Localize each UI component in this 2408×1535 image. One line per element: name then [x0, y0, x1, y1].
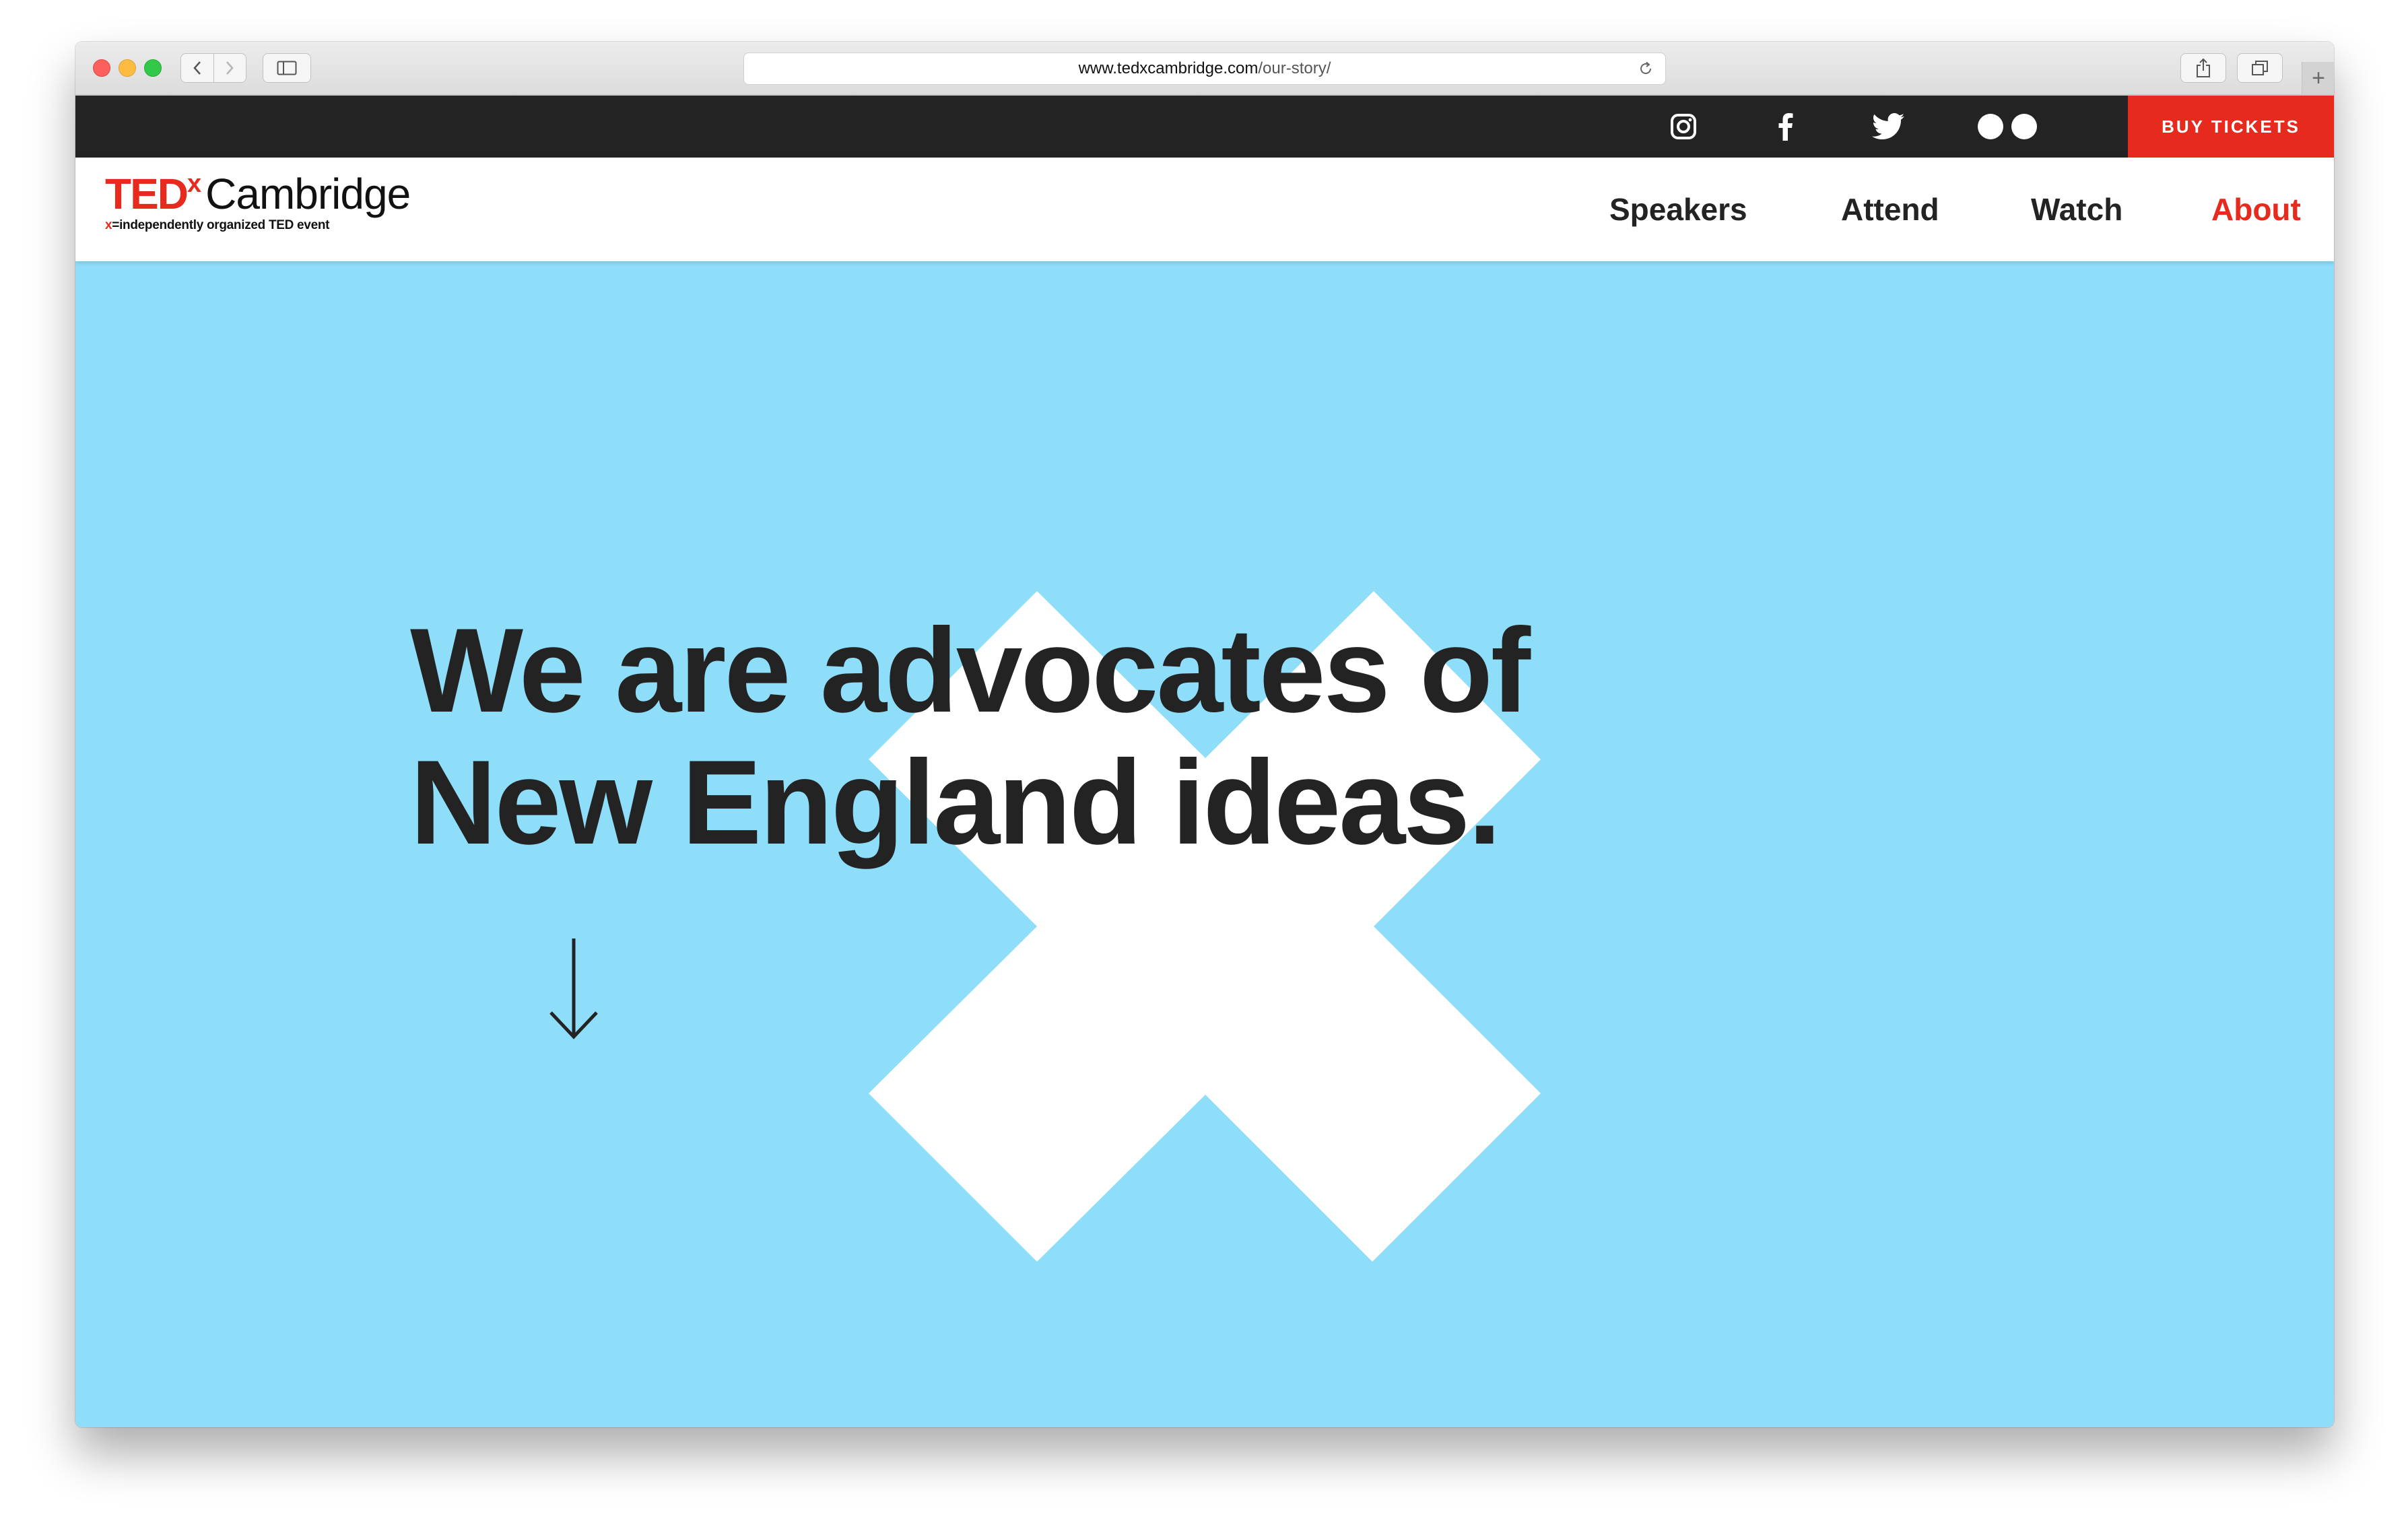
logo-ted: TED — [105, 170, 189, 218]
tabs-icon — [2252, 61, 2268, 75]
flickr-link[interactable] — [1972, 96, 2043, 158]
minimize-window-button[interactable] — [119, 59, 136, 77]
facebook-icon — [1778, 113, 1793, 141]
nav-watch[interactable]: Watch — [2031, 158, 2122, 261]
scroll-down-arrow[interactable] — [547, 934, 601, 1046]
browser-window: www.tedxcambridge.com/our-story/ + BUY T… — [75, 42, 2334, 1427]
hero-headline: We are advocates of New England ideas. — [410, 603, 1531, 869]
hero-line-2: New England ideas. — [410, 735, 1502, 869]
nav-speakers[interactable]: Speakers — [1609, 158, 1747, 261]
close-window-button[interactable] — [93, 59, 110, 77]
twitter-icon — [1872, 113, 1904, 139]
url-path: /our-story/ — [1258, 59, 1331, 77]
browser-toolbar: www.tedxcambridge.com/our-story/ + — [75, 42, 2334, 96]
tedx-cambridge-logo[interactable]: TED x Cambridge x=independently organized … — [105, 170, 411, 233]
sidebar-icon — [277, 61, 297, 75]
buy-tickets-button[interactable]: BUY TICKETS — [2128, 96, 2334, 158]
history-buttons — [180, 53, 246, 83]
hero-section: We are advocates of New England ideas. — [75, 261, 2334, 1427]
show-tabs-button[interactable] — [2237, 53, 2283, 83]
twitter-link[interactable] — [1861, 96, 1915, 158]
logo-wordmark: TED x Cambridge — [105, 170, 411, 218]
share-button[interactable] — [2180, 53, 2226, 83]
logo-tagline: x=independently organized TED event — [105, 218, 410, 233]
reload-icon — [1640, 61, 1651, 74]
arrow-down-icon — [549, 939, 598, 1039]
social-bar: BUY TICKETS — [75, 96, 2334, 158]
share-icon — [2197, 58, 2210, 77]
back-button[interactable] — [181, 54, 213, 82]
logo-tag-text: independently organized TED event — [119, 218, 330, 232]
address-bar[interactable]: www.tedxcambridge.com/our-story/ — [743, 53, 1666, 85]
nav-attend[interactable]: Attend — [1841, 158, 1939, 261]
site-header: TED x Cambridge x=independently organized … — [75, 158, 2334, 261]
back-icon — [193, 61, 201, 75]
logo-x: x — [187, 170, 202, 198]
logo-tag-x: x — [105, 218, 112, 232]
reload-button[interactable] — [1636, 59, 1656, 79]
new-tab-button[interactable]: + — [2302, 62, 2334, 94]
nav-about[interactable]: About — [2211, 158, 2301, 261]
zoom-window-button[interactable] — [144, 59, 162, 77]
logo-tag-eq: = — [112, 218, 120, 232]
url-domain: www.tedxcambridge.com — [1078, 59, 1259, 77]
hero-line-1: We are advocates of — [410, 603, 1531, 737]
plus-icon: + — [2312, 65, 2325, 91]
forward-icon — [226, 61, 234, 75]
instagram-icon — [1671, 114, 1696, 139]
logo-name: Cambridge — [205, 170, 411, 218]
sidebar-button[interactable] — [263, 53, 311, 83]
instagram-link[interactable] — [1658, 96, 1709, 158]
facebook-link[interactable] — [1760, 96, 1811, 158]
flickr-icon — [1978, 114, 2037, 139]
forward-button[interactable] — [213, 54, 246, 82]
